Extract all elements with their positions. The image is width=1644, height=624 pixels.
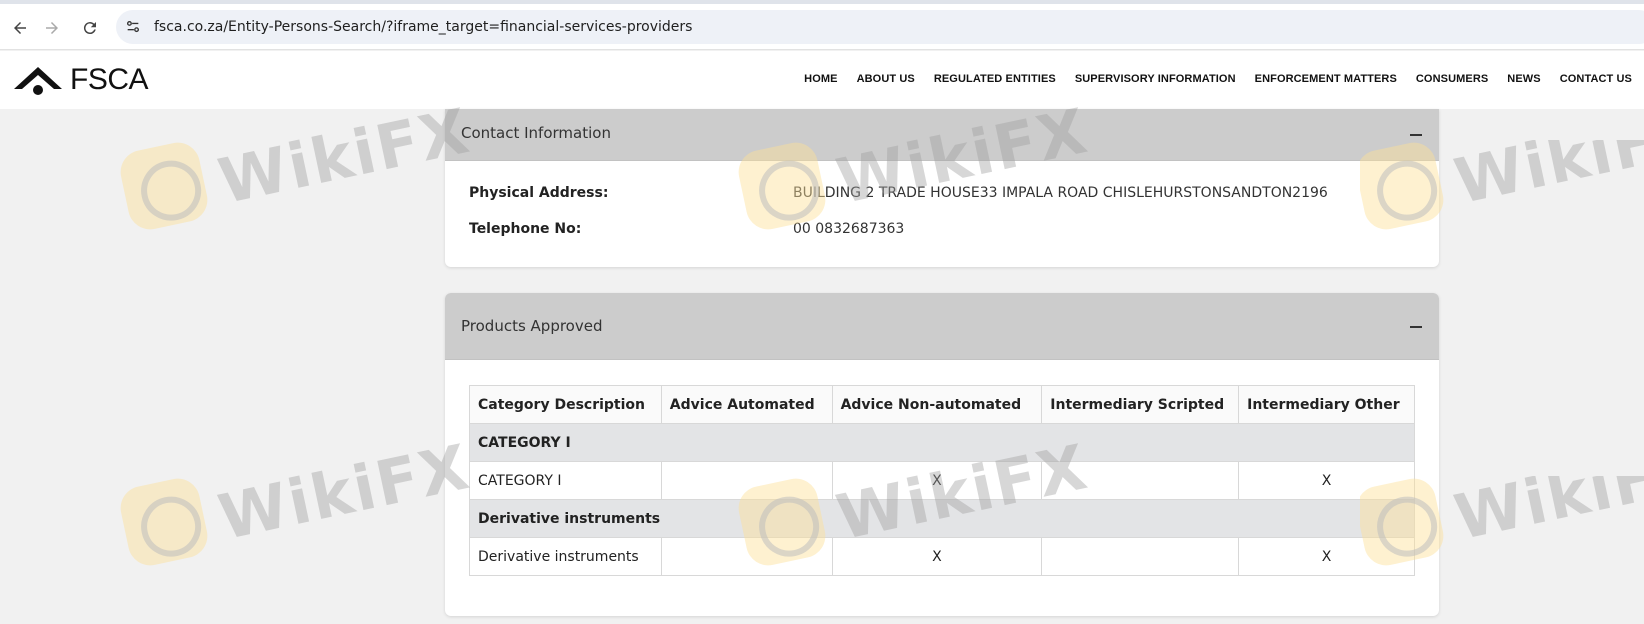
nav-contact-us[interactable]: CONTACT US (1560, 73, 1632, 85)
telephone-label: Telephone No: (469, 221, 582, 237)
group-label: CATEGORY I (469, 423, 1415, 462)
table-row: CATEGORY I X X (469, 461, 1415, 500)
site-info-icon[interactable] (124, 18, 142, 36)
nav-about-us[interactable]: ABOUT US (857, 73, 915, 85)
watermark-text: WikiFX (1448, 140, 1644, 219)
table-cell: X (831, 537, 1043, 576)
group-label: Derivative instruments (469, 499, 1415, 538)
group-row: CATEGORY I (469, 423, 1415, 462)
forward-button[interactable] (40, 16, 64, 40)
nav-enforcement-matters[interactable]: ENFORCEMENT MATTERS (1255, 73, 1397, 85)
nav-news[interactable]: NEWS (1507, 73, 1540, 85)
browser-toolbar: fsca.co.za/Entity-Persons-Search/?iframe… (0, 4, 1644, 50)
products-approved-header[interactable]: Products Approved (445, 293, 1439, 360)
column-header: Category Description (469, 385, 662, 424)
watermark: WikiFX (116, 430, 476, 570)
nav-consumers[interactable]: CONSUMERS (1416, 73, 1488, 85)
telephone-value: 00 0832687363 (793, 221, 905, 237)
watermark-text: WikiFX (1448, 476, 1644, 555)
contact-information-card: Contact Information Physical Address: BU… (445, 109, 1439, 267)
table-cell (1041, 537, 1240, 576)
column-header: Advice Non-automated (831, 385, 1043, 424)
collapse-icon[interactable] (1409, 320, 1423, 334)
card-title: Contact Information (461, 124, 611, 142)
table-cell: Derivative instruments (469, 537, 662, 576)
table-cell (1041, 461, 1240, 500)
nav-regulated-entities[interactable]: REGULATED ENTITIES (934, 73, 1056, 85)
products-approved-card: Products Approved Category Description A… (445, 293, 1439, 616)
reload-button[interactable] (78, 16, 102, 40)
nav-supervisory-information[interactable]: SUPERVISORY INFORMATION (1075, 73, 1236, 85)
address-bar[interactable]: fsca.co.za/Entity-Persons-Search/?iframe… (116, 10, 1644, 44)
column-header: Advice Automated (660, 385, 833, 424)
physical-address-value: BUILDING 2 TRADE HOUSE33 IMPALA ROAD CHI… (793, 185, 1328, 201)
reload-icon (83, 22, 96, 35)
table-cell: CATEGORY I (469, 461, 662, 500)
arrow-right-icon (46, 22, 58, 34)
card-title: Products Approved (461, 317, 603, 335)
table-cell: X (831, 461, 1043, 500)
watermark-text: WikiFX (212, 93, 477, 219)
nav-home[interactable]: HOME (804, 73, 837, 85)
table-header-row: Category Description Advice Automated Ad… (469, 385, 1415, 424)
table-cell (660, 461, 833, 500)
url-text[interactable]: fsca.co.za/Entity-Persons-Search/?iframe… (154, 19, 692, 35)
table-cell: X (1238, 537, 1415, 576)
column-header: Intermediary Scripted (1041, 385, 1240, 424)
site-header: FSCA HOME ABOUT US REGULATED ENTITIES SU… (0, 51, 1644, 109)
arrow-left-icon (14, 22, 26, 34)
watermark-logo-icon (116, 474, 212, 570)
watermark-text: WikiFX (212, 429, 477, 555)
contact-information-header[interactable]: Contact Information (445, 109, 1439, 161)
fsca-logo[interactable]: FSCA (12, 60, 149, 100)
products-table: Category Description Advice Automated Ad… (469, 385, 1415, 576)
table-cell (660, 537, 833, 576)
physical-address-label: Physical Address: (469, 185, 609, 201)
column-header: Intermediary Other (1238, 385, 1415, 424)
table-cell: X (1238, 461, 1415, 500)
collapse-icon[interactable] (1409, 128, 1423, 142)
table-row: Derivative instruments X X (469, 537, 1415, 576)
fsca-logo-icon (14, 67, 62, 95)
watermark-logo-icon (116, 138, 212, 234)
main-nav: HOME ABOUT US REGULATED ENTITIES SUPERVI… (785, 73, 1632, 85)
watermark: WikiFX (116, 94, 476, 234)
group-row: Derivative instruments (469, 499, 1415, 538)
back-button[interactable] (8, 16, 32, 40)
logo-text: FSCA (70, 63, 149, 96)
